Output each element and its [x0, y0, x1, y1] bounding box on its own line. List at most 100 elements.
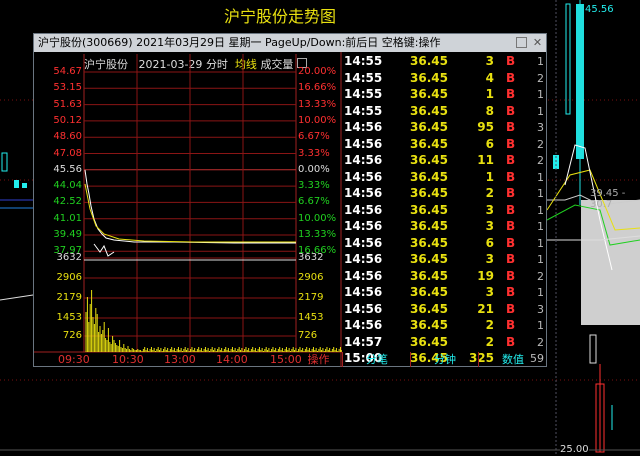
trade-volume: 4: [485, 70, 494, 85]
trade-side: B: [506, 334, 516, 349]
trade-volume: 3: [485, 202, 494, 217]
trade-side: B: [506, 153, 516, 167]
volume-level-label: 726: [298, 330, 318, 341]
volume-level-label: 3632: [298, 252, 324, 263]
tab-values[interactable]: 数值: [478, 352, 547, 367]
trade-time: 14:55: [344, 70, 383, 85]
trade-count: 1: [537, 170, 544, 184]
bg-top-price: 45.56: [585, 4, 614, 15]
price-level-label: 53.15: [53, 82, 82, 94]
trade-row: 14:56 36.45 3 B 1: [342, 251, 546, 268]
percent-level-label: 20.00%: [298, 66, 337, 77]
price-level-label: 51.63: [53, 98, 82, 110]
price-level-label: 44.04: [53, 180, 82, 192]
price-level-label: 42.52: [53, 196, 82, 208]
trade-side: B: [506, 169, 516, 184]
trade-row: 14:56 36.45 1 B 1: [342, 169, 546, 186]
trade-price: 36.45: [410, 120, 448, 134]
trade-price: 36.45: [410, 252, 448, 266]
trade-side: B: [506, 136, 516, 151]
trade-time: 14:56: [344, 318, 383, 332]
trade-side: B: [506, 103, 516, 118]
volume-level-label: 2906: [298, 272, 324, 283]
trade-time: 14:55: [344, 54, 383, 68]
trade-count: 1: [537, 253, 544, 266]
trade-count: 1: [537, 319, 544, 332]
trade-price: 36.45: [410, 54, 448, 68]
trade-price: 36.45: [410, 202, 448, 217]
trade-row: 14:56 36.45 3 B 1: [342, 202, 546, 219]
trade-count: 2: [537, 71, 544, 85]
trade-time: 14:56: [344, 268, 383, 283]
trade-volume: 8: [485, 103, 494, 118]
percent-level-label: 10.00%: [298, 114, 337, 126]
bg-candle: [22, 183, 27, 188]
trade-row: 14:56 36.45 19 B 2: [342, 268, 546, 285]
trade-volume: 1: [485, 169, 494, 184]
trade-price: 36.45: [410, 87, 448, 101]
price-line-spike: [93, 243, 115, 257]
trade-row: 14:55 36.45 1 B 1: [342, 86, 546, 103]
trade-price: 36.45: [410, 186, 448, 200]
percent-level-label: 10.00%: [298, 212, 337, 224]
trade-volume: 2: [485, 318, 494, 332]
trade-row: 14:56 36.45 6 B 2: [342, 136, 546, 153]
trade-row: 14:55 36.45 4 B 2: [342, 70, 546, 87]
trade-time: 14:56: [344, 136, 383, 151]
trade-volume: 6: [485, 136, 494, 151]
volume-level-label: 1453: [298, 312, 324, 323]
volume-level-label: 3632: [56, 252, 82, 263]
trade-side: B: [506, 318, 516, 332]
trade-volume: 2: [485, 186, 494, 200]
trade-count: 1: [537, 55, 544, 68]
percent-level-label: 3.33%: [298, 180, 330, 192]
trade-price: 36.45: [410, 285, 448, 299]
trade-row: 14:56 36.45 2 B 1: [342, 185, 546, 202]
price-level-label: 54.67: [53, 66, 82, 77]
trade-time: 14:56: [344, 169, 383, 184]
volume-level-label: 2906: [56, 272, 82, 283]
trade-count: 2: [537, 154, 544, 167]
tab-operate[interactable]: 操作: [296, 352, 341, 367]
trade-volume: 3: [485, 54, 494, 68]
trade-count: 2: [537, 335, 544, 349]
tab-minutes[interactable]: 分钟: [410, 352, 479, 367]
trade-count: 1: [537, 88, 544, 101]
trade-side: B: [506, 235, 516, 250]
volume-level-label: 1453: [56, 312, 82, 323]
trade-volume: 21: [477, 301, 494, 316]
trade-price: 36.45: [410, 169, 448, 184]
trade-row: 14:56 36.45 2 B 1: [342, 317, 546, 334]
trade-row: 14:56 36.45 3 B 1: [342, 284, 546, 301]
trade-volume: 6: [485, 235, 494, 250]
close-icon[interactable]: ✕: [532, 37, 543, 48]
time-label: 14:00: [216, 353, 248, 366]
trade-side: B: [506, 202, 516, 217]
trade-side: B: [506, 252, 516, 266]
trade-volume: 3: [485, 285, 494, 299]
trade-side: B: [506, 285, 516, 299]
price-level-label: 48.60: [53, 131, 82, 143]
trade-time: 14:57: [344, 334, 383, 349]
trade-row: 14:57 36.45 2 B 2: [342, 334, 546, 351]
percent-level-label: 6.67%: [298, 131, 330, 143]
maximize-icon[interactable]: [516, 37, 527, 48]
trade-count: 1: [537, 104, 544, 118]
trade-time: 14:56: [344, 285, 383, 299]
trade-count: 1: [537, 236, 544, 250]
price-level-label: 45.56: [53, 163, 82, 175]
trade-side: B: [506, 186, 516, 200]
trade-count: 1: [537, 203, 544, 217]
trade-side: B: [506, 70, 516, 85]
percent-level-label: 13.33%: [298, 229, 337, 240]
time-label: 15:00: [270, 353, 302, 366]
price-level-label: 50.12: [53, 114, 82, 126]
trade-time: 14:56: [344, 301, 383, 316]
trade-price: 36.45: [410, 318, 448, 332]
bg-candle: [14, 180, 19, 188]
trade-price: 36.45: [410, 334, 448, 349]
tab-ticks[interactable]: 分笔: [342, 352, 411, 367]
percent-level-label: 0.00%: [298, 163, 330, 175]
trade-time: 14:56: [344, 153, 383, 167]
trade-price: 36.45: [410, 70, 448, 85]
